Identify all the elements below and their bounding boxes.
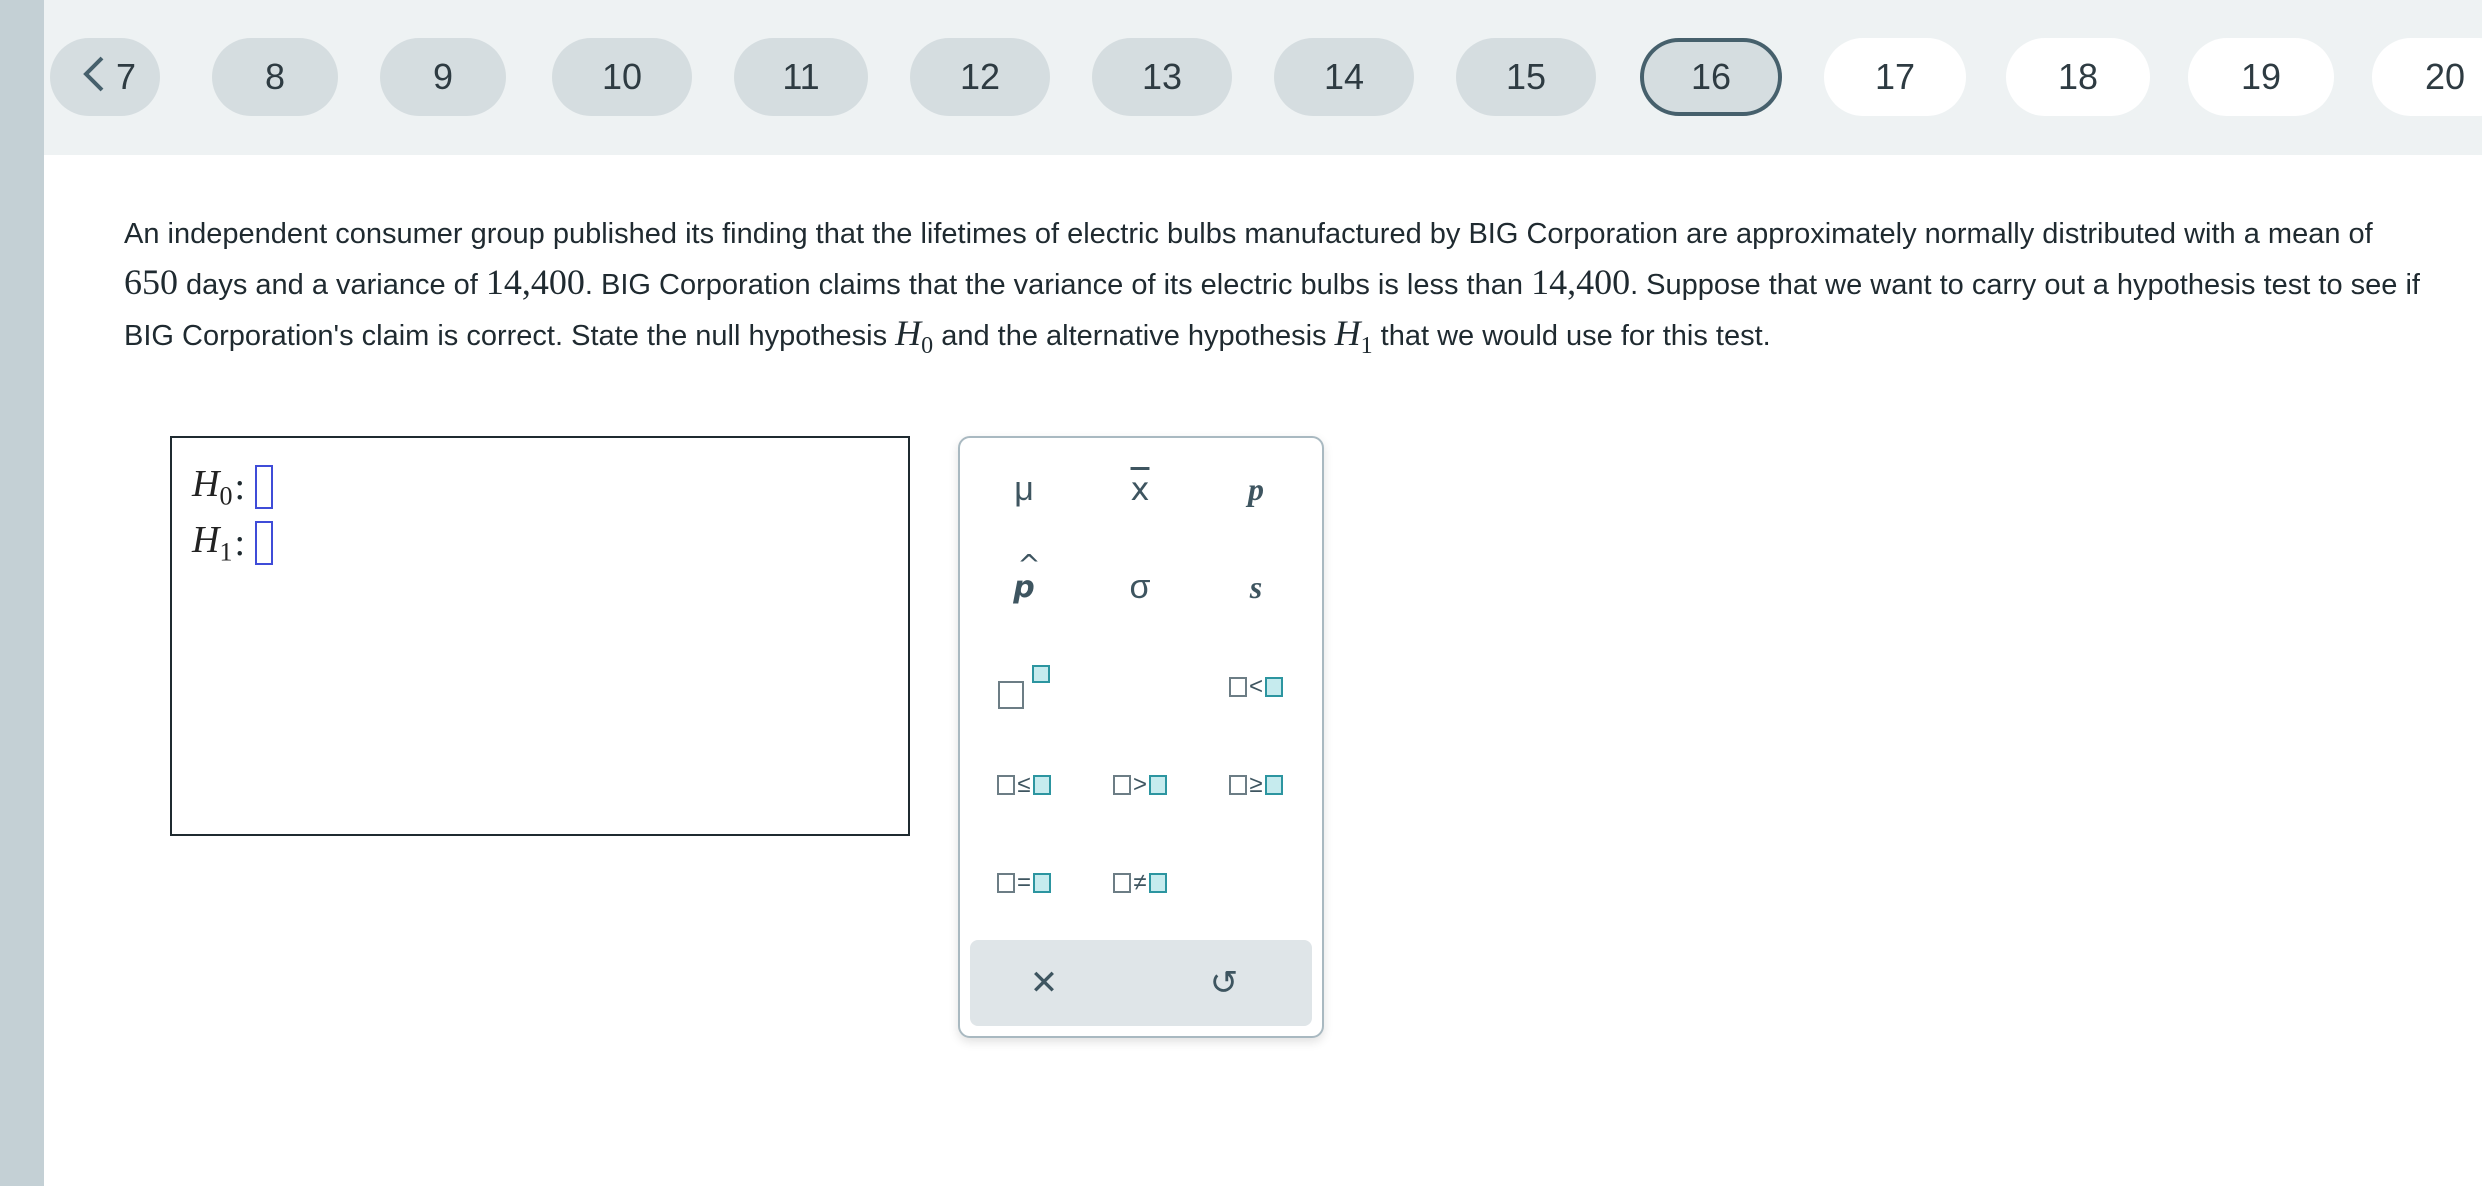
chevron-left-icon bbox=[83, 56, 104, 92]
question-pill-13[interactable]: 13 bbox=[1092, 38, 1232, 116]
question-pill-8[interactable]: 8 bbox=[212, 38, 338, 116]
math-symbol-palette: μ x p p σ s < ≤ > ≥ = ≠ ✕ ↺ bbox=[958, 436, 1324, 1038]
question-pill-19[interactable]: 19 bbox=[2188, 38, 2334, 116]
question-pill-9[interactable]: 9 bbox=[380, 38, 506, 116]
null-hypothesis-label: H0 bbox=[192, 463, 233, 511]
alternative-hypothesis-label: H1 bbox=[192, 519, 233, 567]
left-rail bbox=[0, 0, 44, 1186]
alternative-hypothesis-input[interactable] bbox=[255, 521, 274, 565]
question-pill-18[interactable]: 18 bbox=[2006, 38, 2150, 116]
h0-symbol: H0 bbox=[895, 313, 934, 360]
superscript-icon bbox=[998, 665, 1050, 709]
question-navigator: 7 8 9 10 11 12 13 14 15 16 17 18 19 20 E… bbox=[44, 0, 2482, 155]
greater-than-button[interactable]: > bbox=[1090, 750, 1190, 820]
question-pill-14[interactable]: 14 bbox=[1274, 38, 1414, 116]
close-icon: ✕ bbox=[1029, 964, 1059, 1002]
question-pill-20[interactable]: 20 bbox=[2372, 38, 2482, 116]
question-pill-15[interactable]: 15 bbox=[1456, 38, 1596, 116]
question-text: An independent consumer group published … bbox=[124, 218, 2420, 360]
palette-footer: ✕ ↺ bbox=[970, 940, 1312, 1026]
question-pill-10[interactable]: 10 bbox=[552, 38, 692, 116]
question-pill-16-current[interactable]: 16 bbox=[1640, 38, 1782, 116]
sigma-button[interactable]: σ bbox=[1090, 552, 1190, 622]
equals-button[interactable]: = bbox=[974, 848, 1074, 918]
question-pill-12[interactable]: 12 bbox=[910, 38, 1050, 116]
hypothesis-answer-box: H0 : H1 : bbox=[170, 436, 910, 836]
undo-button[interactable]: ↺ bbox=[1164, 948, 1284, 1018]
x-bar-button[interactable]: x bbox=[1090, 454, 1190, 524]
previous-question-number: 7 bbox=[116, 56, 137, 97]
null-hypothesis-row: H0 : bbox=[192, 462, 274, 512]
alternative-hypothesis-row: H1 : bbox=[192, 518, 274, 568]
greater-than-or-equal-button[interactable]: ≥ bbox=[1206, 750, 1306, 820]
less-than-button[interactable]: < bbox=[1206, 652, 1306, 722]
question-pill-11[interactable]: 11 bbox=[734, 38, 868, 116]
undo-icon: ↺ bbox=[1209, 964, 1239, 1002]
clear-button[interactable]: ✕ bbox=[984, 948, 1104, 1018]
question-pill-17[interactable]: 17 bbox=[1824, 38, 1966, 116]
p-button[interactable]: p bbox=[1206, 454, 1306, 524]
not-equal-button[interactable]: ≠ bbox=[1090, 848, 1190, 918]
p-hat-button[interactable]: p bbox=[974, 548, 1074, 622]
previous-question-button[interactable]: 7 bbox=[50, 38, 160, 116]
null-hypothesis-input[interactable] bbox=[255, 465, 274, 509]
superscript-button[interactable] bbox=[974, 652, 1074, 722]
mu-button[interactable]: μ bbox=[974, 454, 1074, 524]
less-than-or-equal-button[interactable]: ≤ bbox=[974, 750, 1074, 820]
h1-symbol: H1 bbox=[1334, 313, 1373, 360]
s-button[interactable]: s bbox=[1206, 552, 1306, 622]
